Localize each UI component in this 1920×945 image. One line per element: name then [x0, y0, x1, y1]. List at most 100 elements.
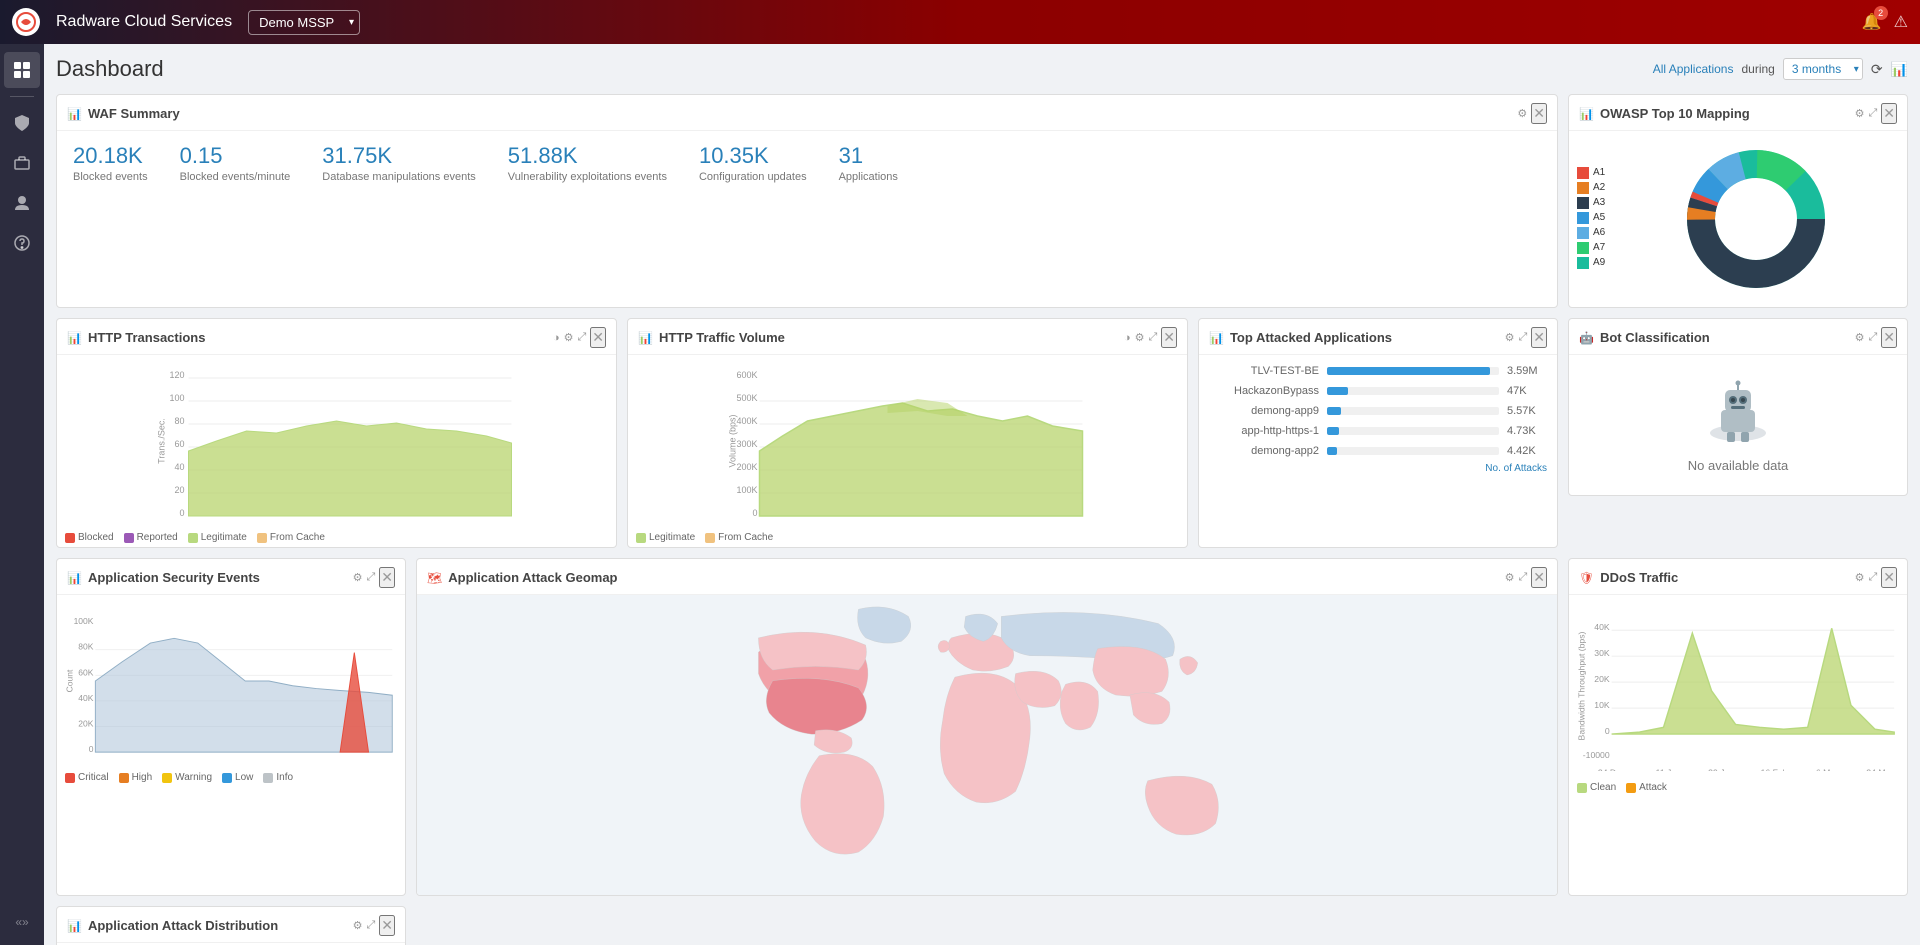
waf-stat-config: 10.35K Configuration updates	[699, 143, 807, 183]
http-trans-expand-btn[interactable]: ⤢	[577, 331, 586, 344]
http-traffic-close-btn[interactable]: ✕	[1161, 327, 1177, 348]
waf-apps-value: 31	[839, 143, 898, 169]
bot-settings-btn[interactable]: ⚙	[1855, 331, 1865, 344]
owasp-donut-container	[1613, 139, 1899, 299]
page-title: Dashboard	[56, 56, 1653, 82]
refresh-button[interactable]: ⟳	[1871, 61, 1883, 78]
period-dropdown[interactable]: 3 months	[1783, 58, 1863, 80]
sec-expand-btn[interactable]: ⤢	[366, 571, 375, 584]
app-val-4: 4.42K	[1507, 445, 1547, 457]
http-transactions-header: 📊 HTTP Transactions ◑ ⚙ ⤢ ✕	[57, 319, 616, 355]
alerts-icon[interactable]: ⚠	[1894, 12, 1908, 32]
http-traffic-expand-btn[interactable]: ⤢	[1148, 331, 1157, 344]
notifications-icon[interactable]: 🔔 2	[1862, 12, 1882, 32]
http-trans-settings-btn[interactable]: ⚙	[564, 331, 574, 344]
ddos-expand-btn[interactable]: ⤢	[1868, 571, 1877, 584]
attacked-app-row-4: demong-app2 4.42K	[1199, 441, 1557, 461]
http-traffic-actions: ◑ ⚙ ⤢ ✕	[1124, 327, 1177, 348]
http-traffic-icon: 📊	[638, 331, 653, 345]
svg-text:100K: 100K	[74, 616, 94, 626]
svg-text:20K: 20K	[78, 719, 93, 729]
waf-close-btn[interactable]: ✕	[1531, 103, 1547, 124]
owasp-actions: ⚙ ⤢ ✕	[1855, 103, 1897, 124]
account-dropdown[interactable]: Demo MSSP	[248, 10, 360, 35]
http-traffic-volume-card: 📊 HTTP Traffic Volume ◑ ⚙ ⤢ ✕ Volume (bp…	[627, 318, 1188, 548]
svg-text:100: 100	[169, 393, 184, 403]
owasp-a5: A5	[1577, 212, 1605, 224]
bot-icon: 🤖	[1579, 331, 1594, 345]
chart-view-button[interactable]: 📊	[1891, 61, 1908, 78]
http-traffic-body: Volume (bps) 0 100K 200K 300K 400K 500K …	[628, 355, 1187, 528]
waf-vuln-label: Vulnerability exploitations events	[508, 171, 667, 183]
owasp-settings-btn[interactable]: ⚙	[1855, 107, 1865, 120]
account-selector[interactable]: Demo MSSP	[248, 10, 360, 35]
bot-expand-btn[interactable]: ⤢	[1868, 331, 1877, 344]
sidebar-item-user[interactable]	[4, 185, 40, 221]
geomap-expand-btn[interactable]: ⤢	[1518, 571, 1527, 584]
owasp-card: 📊 OWASP Top 10 Mapping ⚙ ⤢ ✕ A1 A2 A3 A5…	[1568, 94, 1908, 308]
waf-stat-blocked-per-min: 0.15 Blocked events/minute	[180, 143, 291, 183]
geomap-settings-btn[interactable]: ⚙	[1505, 571, 1515, 584]
svg-text:24 Mar: 24 Mar	[1866, 767, 1893, 771]
http-trans-icon: 📊	[67, 331, 82, 345]
sidebar-item-shield[interactable]	[4, 105, 40, 141]
attacked-settings-btn[interactable]: ⚙	[1505, 331, 1515, 344]
svg-text:2 Mar: 2 Mar	[310, 760, 332, 761]
geomap-close-btn[interactable]: ✕	[1531, 567, 1547, 588]
dist-settings-btn[interactable]: ⚙	[353, 919, 363, 932]
ddos-header: 🛡 DDoS Traffic ⚙ ⤢ ✕	[1569, 559, 1907, 595]
sec-close-btn[interactable]: ✕	[379, 567, 395, 588]
bot-body: No available data	[1569, 355, 1907, 495]
ddos-settings-btn[interactable]: ⚙	[1855, 571, 1865, 584]
svg-text:120: 120	[169, 370, 184, 380]
sidebar-item-dashboard[interactable]	[4, 52, 40, 88]
app-name-0: TLV-TEST-BE	[1209, 365, 1319, 377]
ddos-body: Bandwidth Throughput (bps) -10000 0 10K …	[1569, 595, 1907, 778]
http-traffic-settings-btn[interactable]: ⚙	[1135, 331, 1145, 344]
app-val-3: 4.73K	[1507, 425, 1547, 437]
attacked-app-row-3: app-http-https-1 4.73K	[1199, 421, 1557, 441]
dist-close-btn[interactable]: ✕	[379, 915, 395, 936]
attacked-expand-btn[interactable]: ⤢	[1518, 331, 1527, 344]
sidebar-item-briefcase[interactable]	[4, 145, 40, 181]
sec-events-legend: Critical High Warning Low	[57, 768, 405, 787]
waf-blocked-label: Blocked events	[73, 171, 148, 183]
svg-text:60: 60	[174, 439, 184, 449]
app-name-3: app-http-https-1	[1209, 425, 1319, 437]
dist-expand-btn[interactable]: ⤢	[366, 919, 375, 932]
svg-text:0: 0	[1605, 726, 1610, 736]
attacked-app-row-1: HackazonBypass 47K	[1199, 381, 1557, 401]
owasp-expand-btn[interactable]: ⤢	[1868, 107, 1877, 120]
attacked-close-btn[interactable]: ✕	[1531, 327, 1547, 348]
dashboard-header: Dashboard All Applications during 3 mont…	[56, 56, 1908, 82]
http-traffic-title: HTTP Traffic Volume	[659, 330, 1118, 345]
sidebar-item-help[interactable]	[4, 225, 40, 261]
waf-apps-label: Applications	[839, 171, 898, 183]
http-trans-pie-btn[interactable]: ◑	[553, 332, 560, 344]
bot-actions: ⚙ ⤢ ✕	[1855, 327, 1897, 348]
ddos-title: DDoS Traffic	[1600, 570, 1848, 585]
sec-settings-btn[interactable]: ⚙	[353, 571, 363, 584]
legend-critical: Critical	[65, 772, 109, 783]
bot-close-btn[interactable]: ✕	[1881, 327, 1897, 348]
waf-settings-btn[interactable]: ⚙	[1517, 107, 1527, 120]
attacked-apps-list: TLV-TEST-BE 3.59M HackazonBypass 47K dem…	[1199, 355, 1557, 461]
svg-text:24 Dec: 24 Dec	[1598, 767, 1626, 771]
all-applications-filter[interactable]: All Applications	[1653, 62, 1734, 76]
period-selector-wrap[interactable]: 3 months	[1783, 58, 1863, 80]
http-traffic-legend: Legitimate From Cache	[628, 528, 1187, 547]
http-traffic-pie-btn[interactable]: ◑	[1124, 332, 1131, 344]
svg-text:20: 20	[174, 485, 184, 495]
sidebar: «»	[0, 44, 44, 945]
sidebar-collapse-btn[interactable]: «»	[15, 907, 28, 937]
http-transactions-body: 0 20 40 60 80 100 120 Trans./Sec.	[57, 355, 616, 528]
top-attacked-card: 📊 Top Attacked Applications ⚙ ⤢ ✕ TLV-TE…	[1198, 318, 1558, 548]
owasp-a1: A1	[1577, 167, 1605, 179]
sidebar-divider-1	[10, 96, 34, 97]
ddos-close-btn[interactable]: ✕	[1881, 567, 1897, 588]
owasp-close-btn[interactable]: ✕	[1881, 103, 1897, 124]
bot-header: 🤖 Bot Classification ⚙ ⤢ ✕	[1569, 319, 1907, 355]
waf-stat-vuln: 51.88K Vulnerability exploitations event…	[508, 143, 667, 183]
http-trans-close-btn[interactable]: ✕	[590, 327, 606, 348]
app-val-0: 3.59M	[1507, 365, 1547, 377]
